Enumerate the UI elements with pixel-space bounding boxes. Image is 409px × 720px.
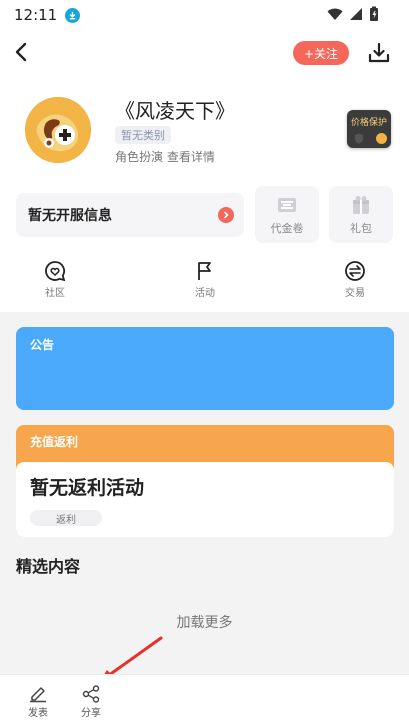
signal-icon [350, 8, 362, 20]
price-protect-label: 价格保护 [350, 118, 387, 128]
status-icons [327, 6, 379, 22]
post-button[interactable]: 发表 [18, 685, 58, 719]
voucher-label: 代金卷 [270, 222, 304, 235]
download-notification-icon [65, 7, 81, 23]
voucher-card[interactable]: 代金卷 [255, 186, 319, 243]
rebate-empty-text: 暂无返利活动 [30, 477, 145, 499]
share-icon [82, 685, 100, 703]
nav-trade[interactable]: 交易 [320, 260, 390, 300]
genre-detail-link[interactable]: 角色扮演 查看详情 [115, 148, 215, 165]
share-label: 分享 [81, 708, 101, 719]
server-info-text: 暂无开服信息 [28, 208, 112, 224]
download-icon [368, 42, 390, 63]
heart-chat-icon [45, 261, 66, 282]
load-more-button[interactable]: 加载更多 [0, 612, 409, 632]
nav-trade-label: 交易 [345, 288, 365, 299]
notice-title: 公告 [30, 338, 55, 352]
share-button[interactable]: 分享 [71, 685, 111, 719]
featured-title: 精选内容 [16, 557, 81, 576]
shield-icon [355, 133, 363, 144]
bottom-bar: 发表 分享 [0, 674, 409, 720]
rebate-title: 充值返利 [30, 435, 79, 449]
gift-card[interactable]: 礼包 [329, 186, 393, 243]
notice-card[interactable]: 公告 [16, 327, 394, 410]
follow-button[interactable]: +关注 [293, 41, 349, 65]
back-arrow-icon [15, 42, 27, 62]
nav-activity-label: 活动 [195, 288, 215, 299]
flag-icon [198, 262, 211, 280]
gift-icon [353, 196, 369, 214]
ticket-icon [278, 198, 296, 212]
battery-icon [370, 6, 378, 21]
nav-community[interactable]: 社区 [20, 260, 90, 300]
game-icon [25, 97, 91, 163]
game-logo-icon [25, 97, 91, 163]
rebate-tag: 返利 [30, 510, 102, 526]
exchange-icon [345, 261, 365, 281]
chevron-right-icon [376, 133, 387, 144]
chevron-right-icon [218, 207, 234, 223]
download-button[interactable] [366, 40, 392, 66]
post-label: 发表 [28, 708, 48, 719]
rebate-content[interactable]: 暂无返利活动 返利 [16, 462, 394, 537]
pen-icon [30, 687, 46, 703]
category-chip: 暂无类别 [115, 126, 171, 144]
nav-activity[interactable]: 活动 [170, 260, 240, 300]
status-bar: 12:11 [0, 0, 409, 30]
server-info-card[interactable]: 暂无开服信息 [16, 193, 244, 237]
game-title: 《风凌天下》 [115, 99, 235, 123]
wifi-icon [327, 8, 343, 20]
back-button[interactable] [10, 40, 34, 64]
nav-community-label: 社区 [45, 288, 65, 299]
gift-label: 礼包 [350, 222, 372, 235]
price-protect-badge[interactable]: 价格保护 [347, 110, 391, 148]
status-time: 12:11 [14, 6, 58, 24]
top-bar: +关注 [0, 30, 409, 76]
